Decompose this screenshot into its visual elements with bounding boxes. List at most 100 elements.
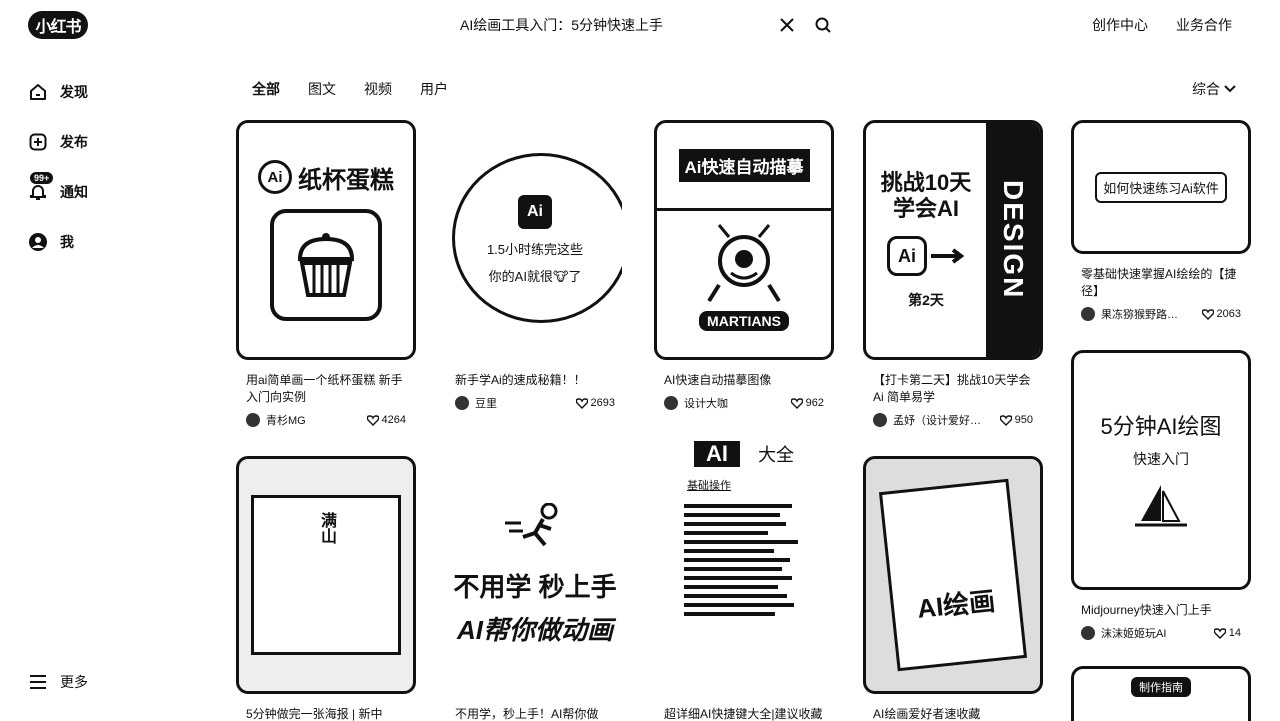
author-name[interactable]: 豆里 — [475, 395, 576, 411]
sidebar-item-me[interactable]: 我 — [28, 232, 74, 252]
alien-mascot-icon — [707, 224, 781, 303]
tab-video[interactable]: 视频 — [364, 79, 392, 99]
author-avatar[interactable] — [664, 396, 678, 410]
author-name[interactable]: 果冻猕猴野路… — [1101, 306, 1202, 322]
note-card[interactable]: Ai快速自动描摹 MARTIANS AI快速自动描摹图像 设计大咖 962 — [654, 120, 834, 411]
sidebar-item-discover[interactable]: 发现 — [28, 82, 88, 102]
book-cover: AI绘画 — [878, 478, 1028, 672]
sidebar-item-label: 我 — [60, 234, 74, 250]
poster-preview: 满山 — [251, 495, 401, 655]
card-thumbnail[interactable]: Ai 纸杯蛋糕 — [236, 120, 416, 360]
note-card[interactable]: 挑战10天学会AI Ai 第2天 DESIGN 【打卡第二天】挑战10天学会Ai… — [863, 120, 1043, 428]
note-card[interactable]: AI绘画 AI绘画爱好者速收藏 — [863, 456, 1043, 721]
card-title[interactable]: 新手学Ai的速成秘籍！！ — [445, 372, 625, 389]
note-card[interactable]: 满山 5分钟做完一张海报 | 新中 — [236, 456, 416, 721]
plus-square-icon — [28, 132, 48, 152]
logo[interactable]: 小红书 — [28, 11, 88, 39]
search-input[interactable]: AI绘画工具入门：5分钟快速上手 — [448, 15, 762, 35]
thumb-text: 制作指南 — [1131, 677, 1191, 697]
note-card[interactable]: 如何快速练习Ai软件 零基础快速掌握AI绘绘的【捷径】 果冻猕猴野路… 2063 — [1071, 120, 1251, 322]
filter-tabs: 全部 图文 视频 用户 — [252, 79, 448, 99]
card-title[interactable]: AI快速自动描摹图像 — [654, 372, 834, 389]
heart-icon — [1213, 627, 1226, 639]
card-title[interactable]: AI绘画爱好者速收藏 — [863, 706, 1043, 721]
sidebar-item-label: 通知 — [60, 184, 88, 200]
card-title[interactable]: 零基础快速掌握AI绘绘的【捷径】 — [1071, 266, 1251, 300]
arrow-right-icon — [931, 248, 965, 264]
author-name[interactable]: 设计大咖 — [684, 395, 791, 411]
card-title[interactable]: 【打卡第二天】挑战10天学会Ai 简单易学 — [863, 372, 1043, 406]
note-card[interactable]: AI 大全 基础操作 超详细AI快捷键大全|建议收藏 — [654, 436, 834, 721]
clear-icon[interactable] — [776, 14, 798, 36]
author-name[interactable]: 青杉MG — [266, 412, 367, 428]
like-count: 4264 — [381, 414, 406, 426]
ai-logo-badge: AI — [694, 441, 740, 467]
thumb-text-2: MARTIANS — [699, 311, 789, 331]
card-thumbnail[interactable]: Ai快速自动描摹 MARTIANS — [654, 120, 834, 360]
search-bar[interactable]: AI绘画工具入门：5分钟快速上手 — [448, 8, 834, 42]
note-card[interactable]: 不用学 秒上手 AI帮你做动画 不用学，秒上手！AI帮你做MG动画视频 — [445, 456, 625, 721]
card-title[interactable]: 5分钟做完一张海报 | 新中 — [236, 706, 416, 721]
heart-icon — [790, 397, 803, 409]
tab-users[interactable]: 用户 — [420, 79, 448, 99]
more-label: 更多 — [60, 674, 88, 690]
menu-icon — [28, 672, 48, 692]
tab-all[interactable]: 全部 — [252, 79, 280, 99]
author-avatar[interactable] — [455, 396, 469, 410]
author-avatar[interactable] — [246, 413, 260, 427]
sidebar-more[interactable]: 更多 — [28, 672, 88, 692]
thumb-text: 5分钟AI绘图 — [1100, 414, 1222, 439]
like-button[interactable]: 950 — [999, 414, 1033, 426]
like-button[interactable]: 14 — [1213, 627, 1241, 639]
note-card[interactable]: Ai 1.5小时练完这些 你的AI就很🐮了 新手学Ai的速成秘籍！！ 豆里 26… — [445, 120, 625, 411]
business-link[interactable]: 业务合作 — [1176, 15, 1232, 35]
author-name[interactable]: 沫沫姬姬玩AI — [1101, 625, 1214, 641]
heart-icon — [366, 414, 379, 426]
card-thumbnail[interactable]: 5分钟AI绘图 快速入门 — [1071, 350, 1251, 590]
author-avatar[interactable] — [873, 413, 887, 427]
sidebar-item-notifications[interactable]: 99+ 通知 — [28, 172, 88, 202]
card-thumbnail[interactable]: 不用学 秒上手 AI帮你做动画 — [445, 456, 625, 694]
thumb-text-2: AI帮你做动画 — [456, 615, 613, 645]
card-title[interactable]: 超详细AI快捷键大全|建议收藏 — [654, 706, 834, 721]
thumb-text: AI绘画 — [915, 585, 997, 624]
card-thumbnail[interactable]: 如何快速练习Ai软件 — [1071, 120, 1251, 254]
sidebar-item-label: 发现 — [60, 84, 88, 100]
like-count: 950 — [1014, 414, 1033, 426]
like-button[interactable]: 962 — [790, 397, 824, 409]
creator-center-link[interactable]: 创作中心 — [1092, 15, 1148, 35]
thumb-text: 大全 — [758, 445, 794, 465]
like-button[interactable]: 4264 — [366, 414, 406, 426]
author-avatar[interactable] — [1081, 626, 1095, 640]
like-button[interactable]: 2063 — [1201, 308, 1241, 320]
card-title[interactable]: 用ai简单画一个纸杯蛋糕 新手入门向实例 — [236, 372, 416, 406]
card-title[interactable]: 不用学，秒上手！AI帮你做MG动画视频 — [445, 706, 625, 721]
card-thumbnail[interactable]: Ai 1.5小时练完这些 你的AI就很🐮了 — [445, 120, 625, 360]
card-thumbnail[interactable]: AI绘画 — [863, 456, 1043, 694]
card-thumbnail[interactable]: AI 大全 基础操作 — [654, 436, 834, 694]
sidebar-item-label: 发布 — [60, 134, 88, 150]
author-avatar[interactable] — [1081, 307, 1095, 321]
thumb-text: 不用学 秒上手 — [453, 572, 617, 602]
note-card[interactable]: 5分钟AI绘图 快速入门 Midjourney快速入门上手 沫沫姬姬玩AI 14 — [1071, 350, 1251, 641]
note-card[interactable]: 制作指南 — [1071, 666, 1251, 721]
tab-image-text[interactable]: 图文 — [308, 79, 336, 99]
card-meta: 果冻猕猴野路… 2063 — [1071, 306, 1251, 322]
sidebar-item-publish[interactable]: 发布 — [28, 132, 88, 152]
chevron-down-icon — [1224, 85, 1236, 93]
card-thumbnail[interactable]: 制作指南 — [1071, 666, 1251, 721]
note-card[interactable]: Ai 纸杯蛋糕 用ai简单画一个纸杯蛋糕 新手入门向实例 青杉MG 4264 — [236, 120, 416, 428]
sort-dropdown[interactable]: 综合 — [1192, 79, 1236, 99]
card-thumbnail[interactable]: 满山 — [236, 456, 416, 694]
search-icon[interactable] — [812, 14, 834, 36]
top-links: 创作中心 业务合作 — [1092, 15, 1232, 35]
ai-logo-badge: Ai — [887, 236, 927, 276]
thumb-text: Ai快速自动描摹 — [678, 149, 810, 182]
author-name[interactable]: 孟妤（设计爱好… — [893, 412, 1000, 428]
card-meta: 青杉MG 4264 — [236, 412, 416, 428]
card-title[interactable]: Midjourney快速入门上手 — [1071, 602, 1251, 619]
like-button[interactable]: 2693 — [575, 397, 615, 409]
card-thumbnail[interactable]: 挑战10天学会AI Ai 第2天 DESIGN — [863, 120, 1043, 360]
like-count: 14 — [1228, 627, 1241, 639]
card-meta: 孟妤（设计爱好… 950 — [863, 412, 1043, 428]
